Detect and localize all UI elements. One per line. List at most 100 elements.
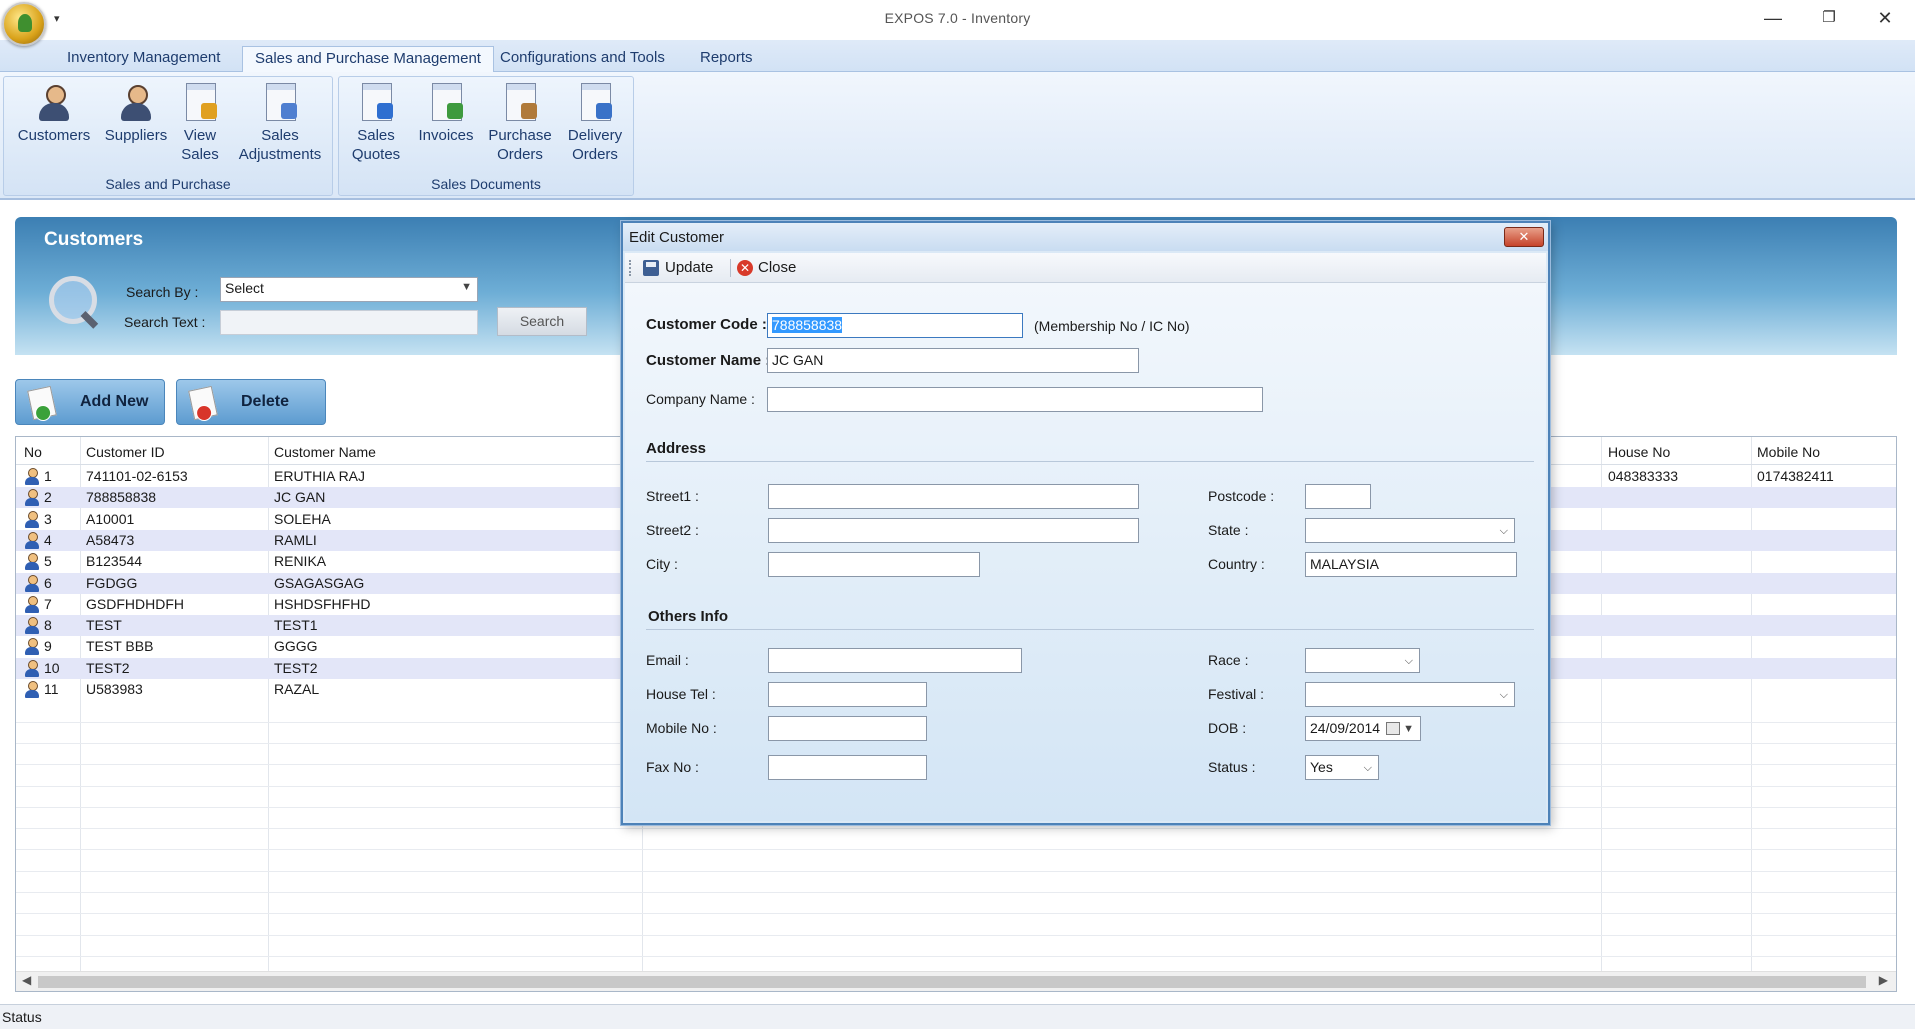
house-tel-input[interactable]	[768, 682, 927, 707]
dob-date-picker[interactable]: 24/09/2014 ▼	[1305, 716, 1421, 741]
add-new-button[interactable]: Add New	[15, 379, 165, 425]
street1-label: Street1 :	[646, 488, 699, 504]
app-menu-orb-icon[interactable]	[2, 2, 46, 46]
status-label: Status :	[1208, 759, 1256, 775]
scrollbar-thumb[interactable]	[38, 976, 1866, 988]
update-button[interactable]: Update	[665, 259, 713, 276]
cell-no: 2	[44, 489, 52, 506]
search-text-input[interactable]	[220, 310, 478, 335]
search-by-select[interactable]: Select ▼	[220, 277, 478, 302]
sales-adjustments-button[interactable]: Sales Adjustments	[232, 83, 328, 164]
delete-document-icon	[188, 385, 218, 421]
search-button[interactable]: Search	[497, 307, 587, 336]
email-input[interactable]	[768, 648, 1022, 673]
column-header-no[interactable]: No	[24, 444, 42, 460]
dialog-title: Edit Customer	[629, 229, 725, 246]
country-input[interactable]: MALAYSIA	[1305, 552, 1517, 577]
delete-button[interactable]: Delete	[176, 379, 326, 425]
ribbon-group-sales-documents: Sales Quotes Invoices Purchase Orders De…	[338, 76, 634, 196]
ribbon-group-label-sales-documents: Sales Documents	[431, 176, 541, 192]
customers-button-label: Customers	[17, 127, 91, 144]
search-magnifier-icon	[45, 272, 101, 326]
chevron-down-icon: ⌵	[1404, 655, 1413, 667]
close-window-button[interactable]: ✕	[1862, 4, 1908, 32]
race-select[interactable]: ⌵	[1305, 648, 1420, 673]
dialog-close-x-button[interactable]: ✕	[1504, 227, 1544, 247]
column-header-mobile-no[interactable]: Mobile No	[1757, 444, 1820, 460]
customer-row-icon	[24, 468, 40, 485]
view-sales-button[interactable]: View Sales	[172, 83, 228, 164]
fax-no-input[interactable]	[768, 755, 927, 780]
postcode-input[interactable]	[1305, 484, 1371, 509]
dialog-toolbar: Update ✕ Close	[625, 253, 1546, 283]
tab-configurations-and-tools[interactable]: Configurations and Tools	[488, 46, 677, 72]
customer-row-icon	[24, 553, 40, 571]
cell-customer-name: GGGG	[274, 638, 318, 655]
state-select[interactable]: ⌵	[1305, 518, 1515, 543]
toolbar-grip	[629, 260, 631, 276]
cell-customer-id: 741101-02-6153	[86, 468, 188, 484]
tab-reports[interactable]: Reports	[688, 46, 765, 72]
column-header-customer-name[interactable]: Customer Name	[274, 444, 376, 460]
empty-row-line	[16, 849, 1896, 851]
postcode-label: Postcode :	[1208, 488, 1275, 504]
scroll-right-icon[interactable]: ▶	[1879, 973, 1888, 987]
customer-row-icon	[24, 659, 40, 677]
festival-select[interactable]: ⌵	[1305, 682, 1515, 707]
customers-button[interactable]: Customers	[14, 83, 94, 145]
street1-input[interactable]	[768, 484, 1139, 509]
cell-customer-id: FGDGG	[86, 574, 138, 591]
chevron-down-icon[interactable]: ▼	[1403, 721, 1414, 738]
empty-row-line	[16, 892, 1896, 893]
horizontal-scrollbar[interactable]: ◀ ▶	[16, 971, 1896, 991]
status-select[interactable]: Yes ⌵	[1305, 755, 1379, 780]
sales-quotes-button[interactable]: Sales Quotes	[341, 83, 411, 164]
cell-no: 9	[44, 638, 52, 655]
suppliers-button[interactable]: Suppliers	[96, 83, 176, 145]
cell-customer-id: U583983	[86, 681, 143, 697]
dialog-body: Customer Code : 788858838 (Membership No…	[625, 283, 1546, 821]
dob-label: DOB :	[1208, 720, 1247, 736]
country-label: Country :	[1208, 556, 1265, 572]
company-name-input[interactable]	[767, 387, 1263, 412]
window-title: EXPOS 7.0 - Inventory	[884, 10, 1031, 26]
restore-button[interactable]: ❐	[1806, 4, 1852, 32]
column-header-customer-id[interactable]: Customer ID	[86, 444, 165, 460]
ribbon-group-sales-and-purchase: Customers Suppliers View Sales Sales Adj…	[3, 76, 333, 196]
chevron-down-icon: ⌵	[1499, 525, 1508, 537]
suppliers-button-label: Suppliers	[104, 127, 168, 144]
column-header-house-no[interactable]: House No	[1608, 444, 1670, 460]
empty-row-line	[16, 955, 1896, 957]
cell-customer-name: JC GAN	[274, 489, 326, 506]
close-button[interactable]: Close	[758, 259, 796, 276]
scroll-left-icon[interactable]: ◀	[22, 973, 31, 987]
customer-name-input[interactable]: JC GAN	[767, 348, 1139, 373]
invoices-button[interactable]: Invoices	[413, 83, 479, 145]
cell-customer-id: TEST BBB	[86, 638, 154, 655]
customer-code-input[interactable]: 788858838	[767, 313, 1023, 338]
minimize-button[interactable]: —	[1750, 4, 1796, 32]
street2-input[interactable]	[768, 518, 1139, 543]
purchase-orders-icon	[501, 83, 539, 123]
supplier-person-icon	[117, 83, 155, 123]
customer-name-label: Customer Name :	[646, 352, 771, 369]
purchase-orders-button[interactable]: Purchase Orders	[483, 83, 557, 164]
city-label: City :	[646, 556, 678, 572]
customer-person-icon	[35, 83, 73, 123]
delivery-orders-button[interactable]: Delivery Orders	[559, 83, 631, 164]
tab-inventory-management[interactable]: Inventory Management	[55, 46, 232, 72]
calendar-icon[interactable]	[1386, 722, 1400, 735]
mobile-no-input[interactable]	[768, 716, 927, 741]
customer-row-icon	[24, 617, 40, 635]
festival-label: Festival :	[1208, 686, 1265, 702]
cell-customer-name: RENIKA	[274, 553, 327, 570]
others-info-section-divider	[646, 629, 1534, 630]
dob-value: 24/09/2014	[1310, 720, 1381, 736]
tab-sales-and-purchase-management[interactable]: Sales and Purchase Management	[242, 46, 494, 72]
city-input[interactable]	[768, 552, 980, 577]
customer-row-icon	[24, 681, 40, 698]
customer-row-icon	[24, 574, 40, 592]
view-sales-button-label: View Sales	[181, 127, 219, 163]
cell-customer-id: 788858838	[86, 489, 157, 506]
edit-customer-dialog: Edit Customer ✕ Update ✕ Close Customer …	[621, 221, 1550, 825]
